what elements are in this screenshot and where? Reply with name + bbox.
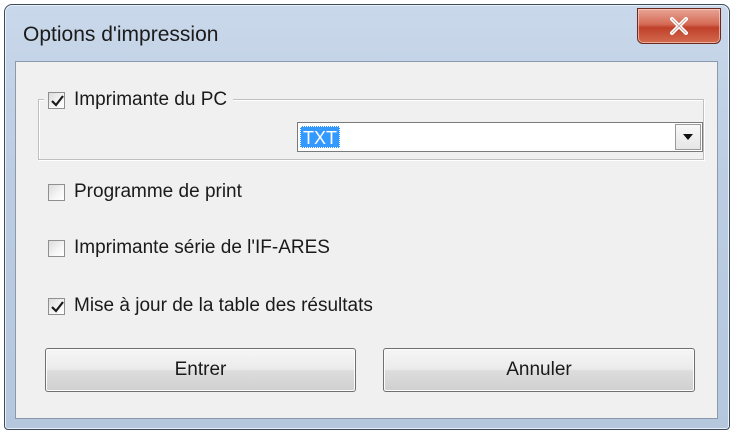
print-program-checkbox-box[interactable] [48,183,65,201]
group-legend: Imprimante du PC [44,89,234,111]
update-results-checkbox-box[interactable] [48,297,65,315]
pc-printer-label: Imprimante du PC [74,89,228,110]
printer-select-dropdown-button[interactable] [675,124,701,150]
chevron-down-icon [683,134,693,140]
printer-select[interactable]: TXT [297,122,703,152]
print-program-label: Programme de print [74,181,242,202]
close-button[interactable] [637,8,721,44]
serial-printer-checkbox[interactable]: Imprimante série de l'IF-ARES [48,237,330,259]
serial-printer-label: Imprimante série de l'IF-ARES [74,237,330,258]
window-title: Options d'impression [23,23,219,46]
close-icon [670,17,688,35]
print-program-checkbox[interactable]: Programme de print [48,181,242,203]
checkmark-icon [51,300,64,313]
checkmark-icon [51,94,64,107]
dialog-window: Options d'impression Imprimante du PC TX… [4,4,730,430]
cancel-button[interactable]: Annuler [383,348,695,392]
enter-button[interactable]: Entrer [45,348,356,392]
pc-printer-checkbox[interactable]: Imprimante du PC [44,89,234,111]
update-results-checkbox[interactable]: Mise à jour de la table des résultats [48,295,373,317]
dialog-client-area: Imprimante du PC TXT Programme de print … [15,61,718,419]
update-results-label: Mise à jour de la table des résultats [74,295,373,316]
pc-printer-checkbox-box[interactable] [48,91,65,109]
serial-printer-checkbox-box[interactable] [48,239,65,257]
printer-select-value: TXT [300,126,340,148]
